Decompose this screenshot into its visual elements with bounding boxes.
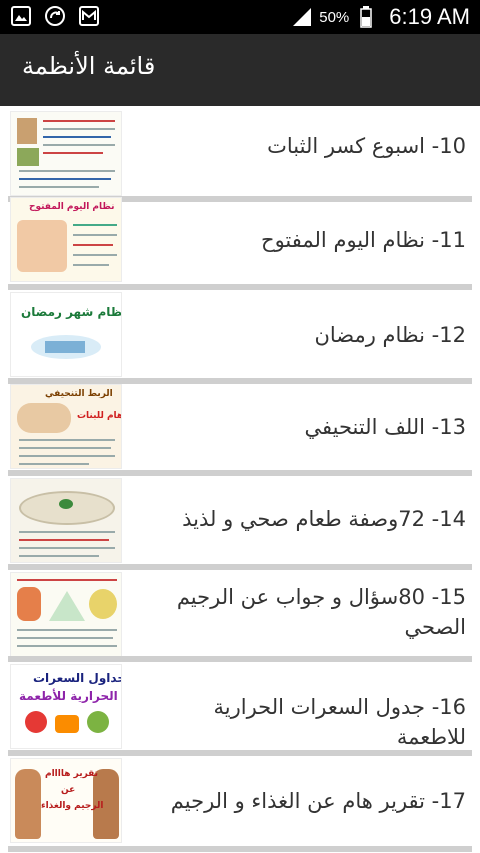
list-divider [8, 564, 472, 570]
thumb-caption: جداول السعرات [33, 671, 122, 685]
systems-list[interactable]: 10- اسبوع كسر الثبات نظام اليوم المفتوح … [0, 106, 480, 853]
item-thumbnail: جداول السعرات الحرارية للأطعمة [10, 664, 122, 749]
list-item[interactable]: تقرير هاااام عن الرجيم والغذاء 17- تقرير… [8, 758, 472, 843]
list-divider [8, 284, 472, 290]
gallery-icon [10, 5, 32, 27]
item-label: 17- تقرير هام عن الغذاء و الرجيم [170, 789, 466, 813]
mail-icon [78, 5, 100, 27]
status-bar: 50% 6:19 AM [0, 0, 480, 34]
thumb-caption: نظام شهر رمضان [21, 305, 122, 319]
refresh-icon [44, 5, 66, 27]
battery-percent: 50% [319, 8, 350, 26]
list-divider [8, 470, 472, 476]
item-thumbnail: نظام شهر رمضان [10, 292, 122, 377]
list-item[interactable]: الربط التنحيفي هام للبنات 13- اللف التنح… [8, 384, 472, 469]
list-divider [8, 656, 472, 662]
system-status: 50% 6:19 AM [291, 0, 470, 34]
thumb-caption: الرجيم والغذاء [41, 801, 104, 811]
item-thumbnail [10, 478, 122, 563]
list-divider [8, 846, 472, 852]
thumb-badge: هام للبنات [77, 411, 122, 421]
item-thumbnail: الربط التنحيفي هام للبنات [10, 384, 122, 469]
item-label: 13- اللف التنحيفي [304, 415, 466, 439]
app-bar: قائمة الأنظمة [0, 34, 480, 106]
battery-icon [355, 6, 377, 28]
thumb-caption: تقرير هاااام [45, 769, 99, 779]
item-label: 10- اسبوع كسر الثبات [267, 134, 466, 158]
list-item[interactable]: نظام شهر رمضان 12- نظام رمضان [8, 292, 472, 377]
signal-icon [291, 6, 313, 28]
page-title: قائمة الأنظمة [22, 52, 156, 80]
item-label: 12- نظام رمضان [314, 323, 466, 347]
list-item[interactable]: 10- اسبوع كسر الثبات [8, 111, 472, 196]
list-item[interactable]: 15- 80سؤال و جواب عن الرجيم الصحي [8, 572, 472, 657]
item-thumbnail: تقرير هاااام عن الرجيم والغذاء [10, 758, 122, 843]
thumb-caption: الربط التنحيفي [45, 389, 113, 399]
item-label: 14- 72وصفة طعام صحي و لذيذ [182, 507, 466, 531]
thumb-caption: عن [61, 785, 76, 795]
clock: 6:19 AM [389, 4, 470, 29]
list-item[interactable]: نظام اليوم المفتوح 11- نظام اليوم المفتو… [8, 197, 472, 282]
item-thumbnail: نظام اليوم المفتوح [10, 197, 122, 282]
item-thumbnail [10, 111, 122, 196]
thumb-caption: الحرارية للأطعمة [19, 689, 118, 703]
list-item[interactable]: 14- 72وصفة طعام صحي و لذيذ [8, 478, 472, 563]
item-label: 11- نظام اليوم المفتوح [261, 228, 466, 252]
notification-icons [10, 5, 100, 27]
item-thumbnail [10, 572, 122, 657]
list-divider [8, 750, 472, 756]
thumb-caption: نظام اليوم المفتوح [29, 202, 115, 212]
item-label: 15- 80سؤال و جواب عن الرجيم الصحي [176, 585, 466, 639]
item-label: 16- جدول السعرات الحرارية للاطعمة [213, 695, 466, 749]
list-item[interactable]: جداول السعرات الحرارية للأطعمة 16- جدول … [8, 664, 472, 749]
